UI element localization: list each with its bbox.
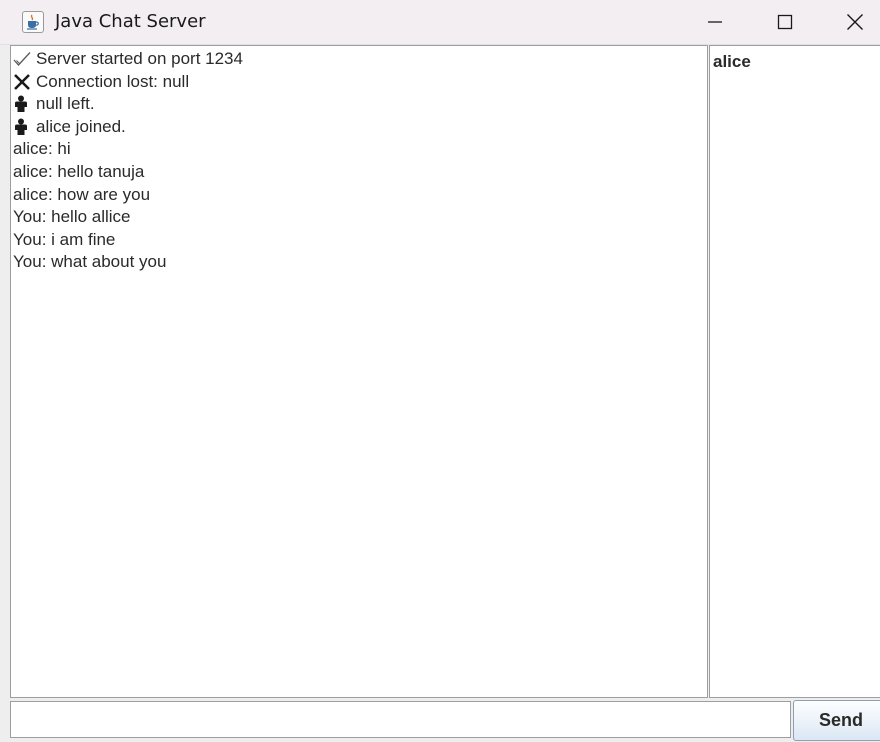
close-button[interactable] [820, 0, 880, 44]
message-text: alice joined. [36, 116, 126, 136]
message-text: Server started on port 1234 [36, 49, 243, 68]
message-text: You: what about you [13, 252, 167, 272]
chat-log[interactable]: Server started on port 1234 Connection l… [10, 45, 708, 698]
message-item: alice: how are you [11, 184, 707, 207]
user-list-item[interactable]: alice [710, 46, 880, 73]
x-icon [13, 72, 32, 92]
message-item: You: i am fine [11, 229, 707, 252]
person-icon [13, 94, 32, 114]
message-item: Server started on port 1234 [11, 48, 707, 71]
person-icon [13, 117, 32, 137]
online-users-list[interactable]: alice [709, 45, 880, 698]
window-title: Java Chat Server [55, 11, 206, 32]
message-text: You: i am fine [13, 229, 116, 249]
check-icon [13, 49, 32, 69]
title-bar[interactable]: Java Chat Server [0, 0, 880, 45]
message-text: alice: hello tanuja [13, 161, 145, 181]
message-item: alice joined. [11, 116, 707, 139]
message-text: alice: how are you [13, 184, 151, 204]
message-item: alice: hi [11, 138, 707, 161]
minimize-icon [708, 21, 722, 23]
message-text: You: hello allice [13, 207, 131, 227]
maximize-button[interactable] [750, 0, 820, 44]
message-item: You: what about you [11, 251, 707, 274]
message-item: alice: hello tanuja [11, 161, 707, 184]
message-text: null left. [36, 94, 95, 114]
message-text: Connection lost: null [36, 71, 190, 91]
java-cup-icon [22, 11, 44, 33]
message-list: Server started on port 1234 Connection l… [11, 46, 707, 274]
message-input[interactable] [10, 701, 791, 738]
chat-server-window: Java Chat Server Server started on port … [0, 0, 880, 742]
message-item: Connection lost: null [11, 71, 707, 94]
close-icon [847, 14, 863, 30]
message-text: alice: hi [13, 139, 71, 159]
minimize-button[interactable] [680, 0, 750, 44]
message-item: You: hello allice [11, 206, 707, 229]
message-item: null left. [11, 93, 707, 116]
send-button[interactable]: Send [793, 700, 880, 741]
maximize-icon [777, 14, 793, 30]
